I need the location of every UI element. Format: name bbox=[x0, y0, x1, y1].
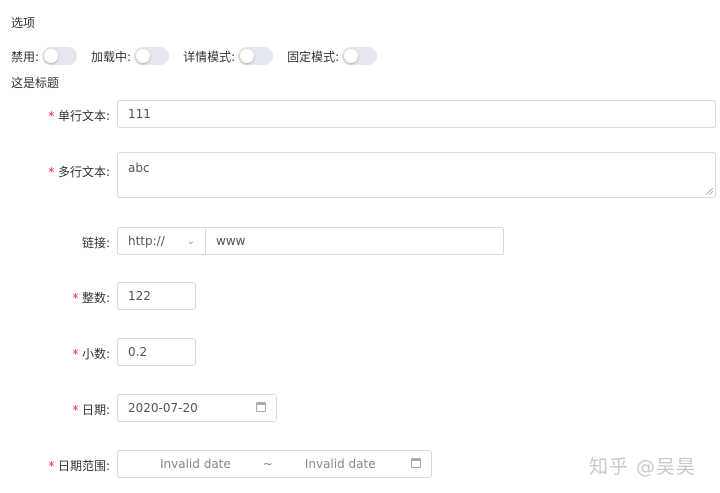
multi-text-label: * 多行文本: bbox=[0, 163, 110, 180]
calendar-icon bbox=[411, 458, 421, 468]
date-range-start[interactable]: Invalid date bbox=[160, 457, 231, 471]
date-range-picker[interactable]: Invalid date ~ Invalid date bbox=[117, 450, 432, 478]
single-text-value: 111 bbox=[128, 107, 151, 121]
multi-text-textarea[interactable]: abc bbox=[117, 152, 716, 198]
date-picker[interactable]: 2020-07-20 bbox=[117, 394, 277, 422]
required-mark: * bbox=[47, 109, 55, 123]
loading-label: 加载中: bbox=[91, 49, 132, 64]
loading-switch[interactable] bbox=[134, 47, 170, 65]
url-input[interactable]: www bbox=[205, 227, 504, 255]
form-title: 这是标题 bbox=[11, 76, 60, 90]
date-range-label: * 日期范围: bbox=[0, 457, 110, 474]
fixed-mode-label: 固定模式: bbox=[287, 49, 340, 64]
detail-mode-switch[interactable] bbox=[238, 47, 274, 65]
required-mark: * bbox=[47, 459, 55, 473]
chevron-down-icon: ⌄ bbox=[186, 235, 195, 247]
date-label: * 日期: bbox=[0, 401, 110, 418]
calendar-icon bbox=[256, 402, 266, 412]
multi-text-value: abc bbox=[128, 161, 150, 175]
protocol-select[interactable]: http:// ⌄ bbox=[117, 227, 205, 255]
date-label-text: 日期: bbox=[81, 403, 110, 417]
date-value: 2020-07-20 bbox=[128, 401, 198, 415]
integer-label-text: 整数: bbox=[81, 291, 110, 305]
required-mark: * bbox=[47, 165, 55, 179]
options-row: 禁用: 加载中: 详情模式: 固定模式: bbox=[11, 46, 391, 66]
required-mark: * bbox=[71, 403, 79, 417]
integer-value: 122 bbox=[128, 289, 151, 303]
link-label: 链接: bbox=[0, 234, 110, 251]
date-range-separator: ~ bbox=[262, 457, 273, 471]
date-range-end[interactable]: Invalid date bbox=[305, 457, 376, 471]
fixed-mode-switch[interactable] bbox=[342, 47, 378, 65]
resize-handle-icon[interactable] bbox=[706, 188, 713, 195]
watermark: 知乎 @吴昊 bbox=[589, 456, 697, 478]
integer-label: * 整数: bbox=[0, 289, 110, 306]
integer-input[interactable]: 122 bbox=[117, 282, 196, 310]
multi-text-label-text: 多行文本: bbox=[57, 165, 110, 179]
disabled-label: 禁用: bbox=[11, 49, 40, 64]
link-label-text: 链接: bbox=[81, 236, 110, 250]
date-range-label-text: 日期范围: bbox=[57, 459, 110, 473]
single-text-label: * 单行文本: bbox=[0, 107, 110, 124]
decimal-input[interactable]: 0.2 bbox=[117, 338, 196, 366]
decimal-value: 0.2 bbox=[128, 345, 148, 359]
protocol-value: http:// bbox=[128, 234, 165, 248]
required-mark: * bbox=[71, 291, 79, 305]
disabled-switch[interactable] bbox=[42, 47, 78, 65]
required-mark: * bbox=[71, 347, 79, 361]
detail-mode-label: 详情模式: bbox=[183, 49, 236, 64]
options-title: 选项 bbox=[11, 16, 36, 30]
decimal-label: * 小数: bbox=[0, 345, 110, 362]
url-value: www bbox=[216, 234, 246, 248]
single-text-input[interactable]: 111 bbox=[117, 100, 716, 128]
single-text-label-text: 单行文本: bbox=[57, 109, 110, 123]
decimal-label-text: 小数: bbox=[81, 347, 110, 361]
